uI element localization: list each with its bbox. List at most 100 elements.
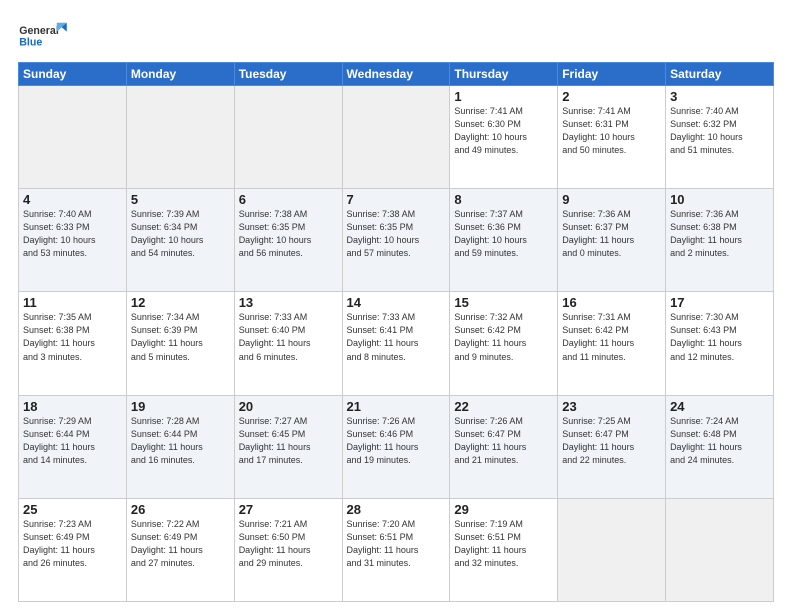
day-info: Sunrise: 7:33 AMSunset: 6:41 PMDaylight:… — [347, 311, 446, 363]
weekday-header-sunday: Sunday — [19, 63, 127, 86]
calendar-cell — [666, 498, 774, 601]
calendar-cell: 17Sunrise: 7:30 AMSunset: 6:43 PMDayligh… — [666, 292, 774, 395]
day-number: 14 — [347, 295, 446, 310]
day-number: 11 — [23, 295, 122, 310]
day-number: 8 — [454, 192, 553, 207]
calendar-cell: 24Sunrise: 7:24 AMSunset: 6:48 PMDayligh… — [666, 395, 774, 498]
calendar-week-2: 4Sunrise: 7:40 AMSunset: 6:33 PMDaylight… — [19, 189, 774, 292]
day-info: Sunrise: 7:22 AMSunset: 6:49 PMDaylight:… — [131, 518, 230, 570]
calendar-week-4: 18Sunrise: 7:29 AMSunset: 6:44 PMDayligh… — [19, 395, 774, 498]
day-number: 7 — [347, 192, 446, 207]
calendar-cell: 4Sunrise: 7:40 AMSunset: 6:33 PMDaylight… — [19, 189, 127, 292]
day-info: Sunrise: 7:40 AMSunset: 6:32 PMDaylight:… — [670, 105, 769, 157]
day-info: Sunrise: 7:35 AMSunset: 6:38 PMDaylight:… — [23, 311, 122, 363]
day-info: Sunrise: 7:24 AMSunset: 6:48 PMDaylight:… — [670, 415, 769, 467]
day-info: Sunrise: 7:32 AMSunset: 6:42 PMDaylight:… — [454, 311, 553, 363]
day-number: 23 — [562, 399, 661, 414]
calendar-cell — [234, 86, 342, 189]
weekday-header-saturday: Saturday — [666, 63, 774, 86]
day-info: Sunrise: 7:28 AMSunset: 6:44 PMDaylight:… — [131, 415, 230, 467]
calendar-header-row: SundayMondayTuesdayWednesdayThursdayFrid… — [19, 63, 774, 86]
day-number: 2 — [562, 89, 661, 104]
weekday-header-tuesday: Tuesday — [234, 63, 342, 86]
weekday-header-friday: Friday — [558, 63, 666, 86]
day-number: 17 — [670, 295, 769, 310]
calendar-cell: 6Sunrise: 7:38 AMSunset: 6:35 PMDaylight… — [234, 189, 342, 292]
calendar-cell: 1Sunrise: 7:41 AMSunset: 6:30 PMDaylight… — [450, 86, 558, 189]
day-info: Sunrise: 7:19 AMSunset: 6:51 PMDaylight:… — [454, 518, 553, 570]
day-info: Sunrise: 7:34 AMSunset: 6:39 PMDaylight:… — [131, 311, 230, 363]
day-info: Sunrise: 7:29 AMSunset: 6:44 PMDaylight:… — [23, 415, 122, 467]
calendar-cell: 3Sunrise: 7:40 AMSunset: 6:32 PMDaylight… — [666, 86, 774, 189]
calendar-cell — [19, 86, 127, 189]
day-info: Sunrise: 7:27 AMSunset: 6:45 PMDaylight:… — [239, 415, 338, 467]
calendar-cell: 10Sunrise: 7:36 AMSunset: 6:38 PMDayligh… — [666, 189, 774, 292]
day-number: 15 — [454, 295, 553, 310]
calendar-cell: 23Sunrise: 7:25 AMSunset: 6:47 PMDayligh… — [558, 395, 666, 498]
day-number: 9 — [562, 192, 661, 207]
day-number: 28 — [347, 502, 446, 517]
calendar-cell: 12Sunrise: 7:34 AMSunset: 6:39 PMDayligh… — [126, 292, 234, 395]
day-info: Sunrise: 7:41 AMSunset: 6:30 PMDaylight:… — [454, 105, 553, 157]
day-info: Sunrise: 7:37 AMSunset: 6:36 PMDaylight:… — [454, 208, 553, 260]
logo: General Blue — [18, 16, 68, 54]
day-info: Sunrise: 7:33 AMSunset: 6:40 PMDaylight:… — [239, 311, 338, 363]
day-number: 29 — [454, 502, 553, 517]
calendar-cell: 29Sunrise: 7:19 AMSunset: 6:51 PMDayligh… — [450, 498, 558, 601]
calendar-week-5: 25Sunrise: 7:23 AMSunset: 6:49 PMDayligh… — [19, 498, 774, 601]
day-number: 18 — [23, 399, 122, 414]
calendar-cell: 13Sunrise: 7:33 AMSunset: 6:40 PMDayligh… — [234, 292, 342, 395]
weekday-header-thursday: Thursday — [450, 63, 558, 86]
day-info: Sunrise: 7:40 AMSunset: 6:33 PMDaylight:… — [23, 208, 122, 260]
calendar-cell — [558, 498, 666, 601]
day-number: 21 — [347, 399, 446, 414]
calendar-cell: 19Sunrise: 7:28 AMSunset: 6:44 PMDayligh… — [126, 395, 234, 498]
calendar-cell: 11Sunrise: 7:35 AMSunset: 6:38 PMDayligh… — [19, 292, 127, 395]
weekday-header-wednesday: Wednesday — [342, 63, 450, 86]
calendar-week-1: 1Sunrise: 7:41 AMSunset: 6:30 PMDaylight… — [19, 86, 774, 189]
day-number: 16 — [562, 295, 661, 310]
day-number: 10 — [670, 192, 769, 207]
calendar-cell: 25Sunrise: 7:23 AMSunset: 6:49 PMDayligh… — [19, 498, 127, 601]
day-number: 3 — [670, 89, 769, 104]
day-info: Sunrise: 7:36 AMSunset: 6:37 PMDaylight:… — [562, 208, 661, 260]
day-number: 13 — [239, 295, 338, 310]
calendar-table: SundayMondayTuesdayWednesdayThursdayFrid… — [18, 62, 774, 602]
day-number: 26 — [131, 502, 230, 517]
day-number: 22 — [454, 399, 553, 414]
calendar-cell: 2Sunrise: 7:41 AMSunset: 6:31 PMDaylight… — [558, 86, 666, 189]
day-number: 12 — [131, 295, 230, 310]
calendar-cell: 20Sunrise: 7:27 AMSunset: 6:45 PMDayligh… — [234, 395, 342, 498]
calendar-cell: 28Sunrise: 7:20 AMSunset: 6:51 PMDayligh… — [342, 498, 450, 601]
day-info: Sunrise: 7:31 AMSunset: 6:42 PMDaylight:… — [562, 311, 661, 363]
header: General Blue — [18, 16, 774, 54]
day-number: 25 — [23, 502, 122, 517]
calendar-cell — [126, 86, 234, 189]
day-info: Sunrise: 7:26 AMSunset: 6:46 PMDaylight:… — [347, 415, 446, 467]
day-info: Sunrise: 7:38 AMSunset: 6:35 PMDaylight:… — [347, 208, 446, 260]
weekday-header-monday: Monday — [126, 63, 234, 86]
day-number: 4 — [23, 192, 122, 207]
day-info: Sunrise: 7:41 AMSunset: 6:31 PMDaylight:… — [562, 105, 661, 157]
day-number: 1 — [454, 89, 553, 104]
day-number: 27 — [239, 502, 338, 517]
svg-text:Blue: Blue — [19, 36, 42, 48]
logo-svg: General Blue — [18, 16, 68, 54]
calendar-cell — [342, 86, 450, 189]
page: General Blue SundayMondayTuesdayWednesda… — [0, 0, 792, 612]
calendar-cell: 27Sunrise: 7:21 AMSunset: 6:50 PMDayligh… — [234, 498, 342, 601]
day-info: Sunrise: 7:21 AMSunset: 6:50 PMDaylight:… — [239, 518, 338, 570]
day-info: Sunrise: 7:30 AMSunset: 6:43 PMDaylight:… — [670, 311, 769, 363]
day-number: 24 — [670, 399, 769, 414]
calendar-cell: 26Sunrise: 7:22 AMSunset: 6:49 PMDayligh… — [126, 498, 234, 601]
day-info: Sunrise: 7:20 AMSunset: 6:51 PMDaylight:… — [347, 518, 446, 570]
calendar-cell: 9Sunrise: 7:36 AMSunset: 6:37 PMDaylight… — [558, 189, 666, 292]
day-info: Sunrise: 7:36 AMSunset: 6:38 PMDaylight:… — [670, 208, 769, 260]
calendar-cell: 16Sunrise: 7:31 AMSunset: 6:42 PMDayligh… — [558, 292, 666, 395]
day-number: 20 — [239, 399, 338, 414]
day-info: Sunrise: 7:26 AMSunset: 6:47 PMDaylight:… — [454, 415, 553, 467]
svg-text:General: General — [19, 25, 59, 37]
day-info: Sunrise: 7:25 AMSunset: 6:47 PMDaylight:… — [562, 415, 661, 467]
calendar-cell: 8Sunrise: 7:37 AMSunset: 6:36 PMDaylight… — [450, 189, 558, 292]
day-info: Sunrise: 7:38 AMSunset: 6:35 PMDaylight:… — [239, 208, 338, 260]
